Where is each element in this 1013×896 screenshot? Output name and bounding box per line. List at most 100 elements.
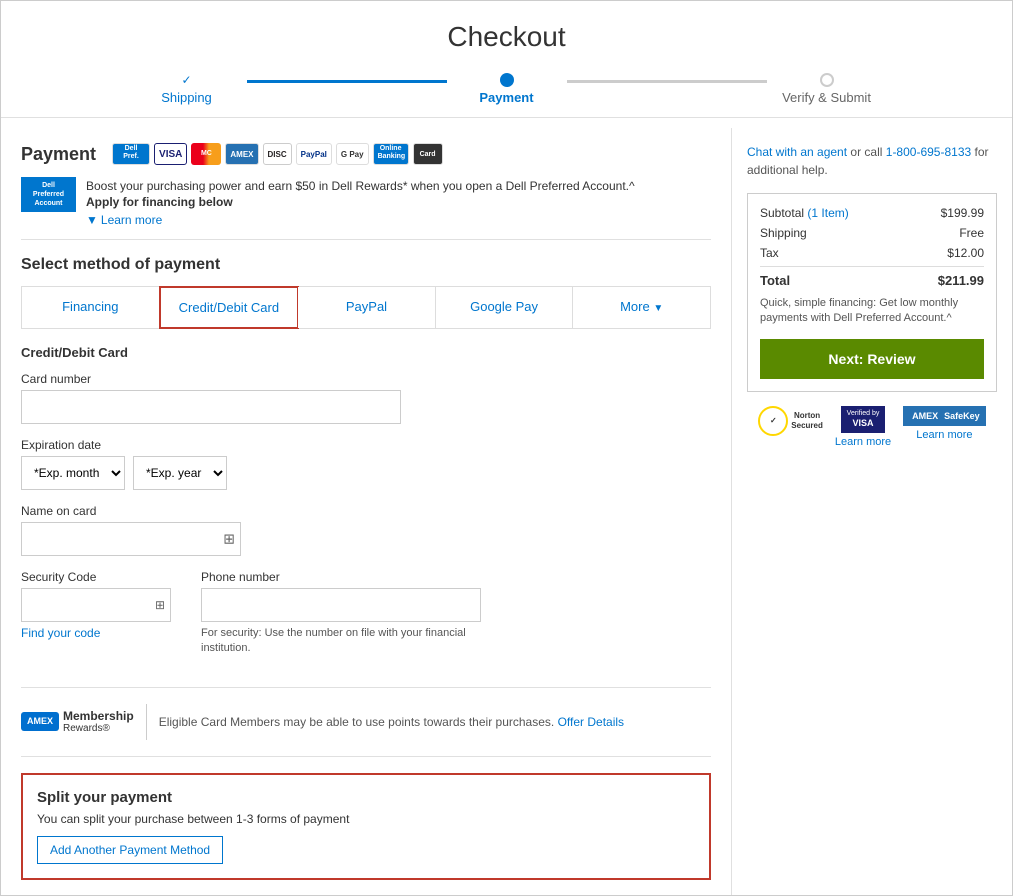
- step-verify: Verify & Submit: [767, 73, 887, 105]
- discover-card-icon: DISC: [263, 143, 292, 165]
- visa-card-icon: VISA: [154, 143, 187, 165]
- split-payment-box: Split your payment You can split your pu…: [21, 773, 711, 880]
- membership-note: Eligible Card Members may be able to use…: [159, 715, 624, 729]
- split-description: You can split your purchase between 1-3 …: [37, 812, 695, 826]
- accepted-cards: DellPref. VISA MC AMEX DISC PayPal G Pay…: [112, 143, 443, 165]
- payment-label: Payment: [479, 90, 533, 105]
- safekey-learn-more-link[interactable]: Learn more: [916, 429, 972, 441]
- name-on-card-input[interactable]: [21, 522, 241, 556]
- tab-credit-debit[interactable]: Credit/Debit Card: [159, 286, 300, 329]
- main-content: Payment DellPref. VISA MC AMEX DISC PayP…: [1, 128, 1012, 895]
- name-on-card-group: Name on card ⊞: [21, 504, 711, 556]
- split-title: Split your payment: [37, 789, 695, 806]
- exp-year-select[interactable]: *Exp. year: [133, 456, 227, 490]
- progress-bar: ✓ Shipping Payment Verify & Submit: [1, 65, 1012, 118]
- security-info-icon: ⊞: [155, 598, 165, 612]
- phone-group: Phone number For security: Use the numbe…: [201, 570, 711, 657]
- tax-value: $12.00: [947, 246, 984, 260]
- promo-banner: Dell Preferred Account Boost your purcha…: [21, 177, 711, 240]
- membership-title: Membership: [63, 709, 134, 723]
- online-banking-icon: OnlineBanking: [373, 143, 409, 165]
- payment-tabs: Financing Credit/Debit Card PayPal Googl…: [21, 286, 711, 329]
- tab-more[interactable]: More ▼: [573, 287, 710, 328]
- security-badges: ✓ Norton Secured Verified by VISA Learn …: [747, 406, 997, 448]
- find-code-link[interactable]: Find your code: [21, 626, 171, 640]
- dell-card-icon: DellPref.: [112, 143, 150, 165]
- visa-learn-more-link[interactable]: Learn more: [835, 436, 891, 448]
- triangle-icon: ▼: [86, 213, 98, 227]
- divider-1: [21, 687, 711, 688]
- step-payment: Payment: [447, 73, 567, 105]
- promo-description: Boost your purchasing power and earn $50…: [86, 177, 635, 195]
- tab-financing[interactable]: Financing: [22, 287, 160, 328]
- card-number-input[interactable]: [21, 390, 401, 424]
- security-code-input[interactable]: [21, 588, 171, 622]
- subtotal-label: Subtotal (1 Item): [760, 206, 849, 220]
- safekey-badge-item: AMEX SafeKey Learn more: [903, 406, 986, 441]
- page-title: Checkout: [1, 21, 1012, 53]
- name-on-card-label: Name on card: [21, 504, 711, 518]
- total-row: Total $211.99: [760, 266, 984, 288]
- learn-more-label: Learn more: [101, 213, 162, 227]
- payment-dot: [500, 73, 514, 87]
- phone-note: For security: Use the number on file wit…: [201, 626, 481, 657]
- shipping-check-icon: ✓: [181, 73, 191, 87]
- card-number-group: Card number: [21, 372, 711, 424]
- norton-badge: ✓ Norton Secured: [758, 406, 823, 436]
- tab-paypal[interactable]: PayPal: [298, 287, 436, 328]
- payment-section-title: Payment: [21, 144, 96, 165]
- learn-more-button[interactable]: ▼ Learn more: [86, 213, 162, 227]
- card-number-label: Card number: [21, 372, 711, 386]
- name-input-icon: ⊞: [223, 531, 235, 548]
- paypal-card-icon: PayPal: [296, 143, 332, 165]
- select-method-title: Select method of payment: [21, 256, 711, 274]
- connector-2: [567, 80, 767, 83]
- add-payment-button[interactable]: Add Another Payment Method: [37, 836, 223, 864]
- membership-subtitle: Rewards®: [63, 723, 134, 734]
- expiry-row: *Exp. month *Exp. year: [21, 456, 711, 490]
- total-value: $211.99: [938, 273, 984, 288]
- divider-2: [21, 756, 711, 757]
- norton-text: Norton Secured: [791, 411, 823, 430]
- chat-link[interactable]: Chat with an agent: [747, 145, 847, 159]
- norton-badge-item: ✓ Norton Secured: [758, 406, 823, 436]
- visa-badge-item: Verified by VISA Learn more: [835, 406, 891, 448]
- verify-label: Verify & Submit: [782, 90, 871, 105]
- card-other-icon: Card: [413, 143, 443, 165]
- membership-row: AMEX Membership Rewards® Eligible Card M…: [21, 704, 711, 740]
- tax-row: Tax $12.00: [760, 246, 984, 260]
- item-count-link[interactable]: (1 Item): [807, 206, 848, 220]
- shipping-label: Shipping: [161, 90, 212, 105]
- subtotal-row: Subtotal (1 Item) $199.99: [760, 206, 984, 220]
- safekey-badge: AMEX SafeKey: [903, 406, 986, 426]
- norton-circle-icon: ✓: [758, 406, 788, 436]
- exp-month-select[interactable]: *Exp. month: [21, 456, 125, 490]
- promo-apply-text: Apply for financing below: [86, 195, 635, 209]
- left-panel: Payment DellPref. VISA MC AMEX DISC PayP…: [1, 128, 732, 895]
- form-section-title: Credit/Debit Card: [21, 345, 711, 360]
- amex-card-icon: AMEX: [225, 143, 258, 165]
- verify-dot: [820, 73, 834, 87]
- vertical-divider: [146, 704, 147, 740]
- total-label: Total: [760, 273, 790, 288]
- phone-link[interactable]: 1-800-695-8133: [886, 145, 971, 159]
- dell-pref-logo: Dell Preferred Account: [21, 177, 76, 212]
- connector-1: [247, 80, 447, 83]
- expiration-label: Expiration date: [21, 438, 711, 452]
- name-input-wrapper: ⊞: [21, 522, 241, 556]
- offer-details-link[interactable]: Offer Details: [558, 715, 624, 729]
- phone-col: Phone number For security: Use the numbe…: [201, 570, 711, 671]
- next-review-button[interactable]: Next: Review: [760, 339, 984, 379]
- security-group: Security Code ⊞ Find your code: [21, 570, 171, 640]
- visa-badge: Verified by VISA: [841, 406, 886, 433]
- amex-logo-wrap: AMEX Membership Rewards®: [21, 709, 134, 734]
- right-panel: Chat with an agent or call 1-800-695-813…: [732, 128, 1012, 895]
- expiration-group: Expiration date *Exp. month *Exp. year: [21, 438, 711, 490]
- phone-input[interactable]: [201, 588, 481, 622]
- mastercard-icon: MC: [191, 143, 221, 165]
- chat-support: Chat with an agent or call 1-800-695-813…: [747, 143, 997, 179]
- checkout-header: Checkout ✓ Shipping Payment Verify & Sub…: [1, 1, 1012, 128]
- tab-googlepay[interactable]: Google Pay: [436, 287, 574, 328]
- financing-note: Quick, simple financing: Get low monthly…: [760, 296, 984, 327]
- security-phone-row: Security Code ⊞ Find your code Phone num…: [21, 570, 711, 671]
